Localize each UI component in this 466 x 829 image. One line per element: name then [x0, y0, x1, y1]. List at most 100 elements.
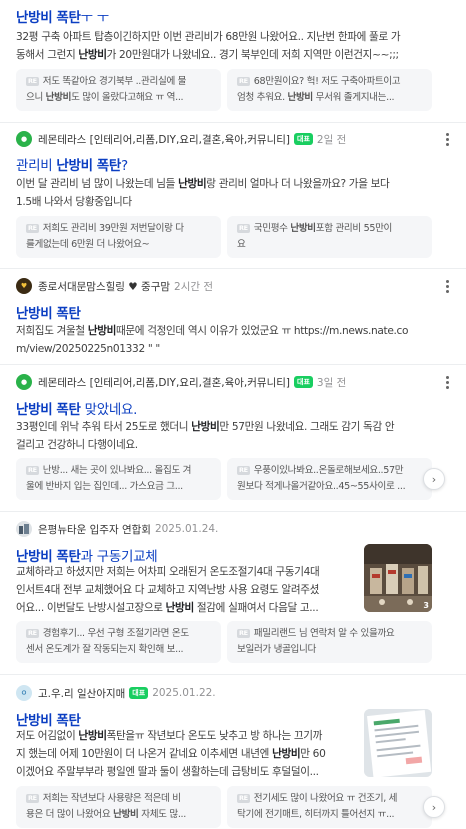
re-badge: RE [237, 466, 250, 475]
reply-line: 으니 난방비도 많이 올랐다고해요 ㅠ 역... [26, 92, 184, 103]
reply-line: 난방... 새는 곳이 있나봐요... 올집도 겨 [42, 465, 192, 476]
snippet-line: 이겠어요 주말부부라 평일엔 딸과 둘이 생활하는데 급탕비도 후덜덜이... [16, 766, 319, 778]
result-title[interactable]: 난방비 폭탄 [16, 709, 81, 729]
reply-line: 68만원이요? 헉! 저도 구축아파트이고 [253, 76, 401, 87]
result-meta: ㅇ 고.우.리 일산아지매 대표 2025.01.22. [16, 683, 452, 703]
cafe-name[interactable]: 종로서대문맘스힐링 ♥ 중구맘 [38, 279, 170, 294]
reply-card[interactable]: RE 우풍이있나봐요..온돌로해보세요..57만 원보다 적게나올거같아요..45… [227, 458, 432, 500]
snippet-line: 걸리고 건강하니 다행이네요. [16, 439, 138, 451]
cafe-name[interactable]: 은평뉴타운 입주자 연합회 [38, 522, 151, 537]
snippet-line: 지 했는데 어제 10만원이 더 나온거 같네요 이추세면 내년엔 난방비만 6… [16, 748, 326, 760]
result-title-text: 난방비 폭탄 맞았네요. [16, 402, 138, 418]
cafe-name[interactable]: 레몬테라스 [인테리어,리폼,DIY,요리,결혼,육아,커뮤니티] [38, 375, 290, 390]
result-title-text: 난방비 폭탄ㅜ ㅜ [16, 10, 109, 26]
result-meta: ● 레몬테라스 [인테리어,리폼,DIY,요리,결혼,육아,커뮤니티] 대표 3… [16, 372, 452, 392]
reply-line: 전기세도 많이 나왔어요 ㅠ 건조기, 세 [253, 793, 398, 804]
reply-card[interactable]: RE 패밀리랜드 님 연락처 알 수 있을까요 보일러가 냉골입니다 [227, 621, 432, 663]
snippet-line: 어요... 이번달도 난방시설고장으로 난방비 절감에 실패여서 다음달 고..… [16, 602, 319, 614]
result-meta: ● 레몬테라스 [인테리어,리폼,DIY,요리,결혼,육아,커뮤니티] 대표 2… [16, 129, 452, 149]
reply-card[interactable]: RE 경험후기... 우선 구형 조절기라면 온도 센서 온도계가 잘 작동되는지… [16, 621, 221, 663]
cafe-avatar-icon[interactable]: ● [16, 374, 32, 390]
result-title[interactable]: 난방비 폭탄 [16, 302, 81, 322]
result-snippet: 저도 어김없이 난방비폭탄을ㅠ 작년보다 온도도 낮추고 방 하나는 끄기까 지… [16, 727, 361, 781]
post-time: 2시간 전 [174, 280, 214, 293]
snippet-line: 32평 구축 아파트 탑층이긴하지만 이번 관리비가 68만원 나왔어요.. 지… [16, 31, 401, 43]
result-title[interactable]: 난방비 폭탄과 구동기교체 [16, 545, 158, 565]
next-replies-button[interactable]: › [423, 796, 445, 818]
thumbnail-count: 3 [423, 601, 429, 610]
result-title-text: 난방비 폭탄 [16, 306, 81, 322]
reply-card[interactable]: RE 저희는 작년보다 사용량은 적은데 비 용은 더 많이 나왔어요 난방비 자… [16, 786, 221, 828]
result-title[interactable]: 난방비 폭탄 맞았네요. [16, 398, 137, 418]
cafe-avatar-icon[interactable] [16, 521, 32, 537]
reply-card[interactable]: RE 68만원이요? 헉! 저도 구축아파트이고 엄청 추워요. 난방비 무서워 … [227, 69, 432, 111]
next-replies-button[interactable]: › [423, 468, 445, 490]
reply-card[interactable]: RE 저도 똑같아요 경기북부 ..관리실에 물 으니 난방비도 많이 올랐다고해… [16, 69, 221, 111]
cafe-badge: 대표 [294, 376, 313, 388]
snippet-line: 1.5배 나와서 당황중입니다 [16, 196, 132, 208]
snippet-line: 이번 달 관리비 넘 많이 나왔는데 님들 난방비랑 관리비 얼마나 더 나왔을… [16, 178, 390, 190]
snippet-line: 저도 어김없이 난방비폭탄을ㅠ 작년보다 온도도 낮추고 방 하나는 끄기까 [16, 730, 323, 742]
reply-card[interactable]: RE 저희도 관리비 39만원 저번달이랑 다 를게없는데 6만원 더 나왔어요~ [16, 216, 221, 258]
cafe-name[interactable]: 고.우.리 일산아지매 [38, 686, 125, 701]
divider [0, 122, 466, 123]
cafe-badge: 대표 [294, 133, 313, 145]
result-title[interactable]: 난방비 폭탄ㅜ ㅜ [16, 6, 109, 26]
result-snippet: 저희집도 겨울철 난방비때문에 걱정인데 역시 이유가 있었군요 ㅠ https… [16, 322, 456, 358]
reply-line: 를게없는데 6만원 더 나왔어요~ [26, 239, 150, 250]
cafe-avatar-icon[interactable]: ㅇ [16, 685, 32, 701]
reply-line: 센서 온도계가 잘 작동되는지 확인해 보... [26, 644, 184, 655]
cafe-badge: 대표 [129, 687, 149, 699]
reply-line: 보일러가 냉골입니다 [237, 644, 316, 655]
chevron-right-icon: › [431, 472, 437, 486]
more-vertical-icon[interactable] [442, 131, 452, 147]
reply-line: 패밀리랜드 님 연락처 알 수 있을까요 [253, 628, 395, 639]
cafe-avatar-icon[interactable]: ♥ [16, 278, 32, 294]
cafe-avatar-icon[interactable]: ● [16, 131, 32, 147]
reply-card[interactable]: RE 전기세도 많이 나왔어요 ㅠ 건조기, 세 탁기에 전기매트, 히터까지 틀… [227, 786, 432, 828]
reply-line: 엄청 추워요. 난방비 무서워 졸게지내는... [237, 92, 395, 103]
result-snippet: 33평인데 위낙 추워 타서 25도로 했더니 난방비만 57만원 나왔네요. … [16, 418, 456, 454]
reply-line: 우풍이있나봐요..온돌로해보세요..57만 [253, 465, 404, 476]
snippet-line: 동해서 그런지 난방비가 20만원대가 나왔네요.. 경기 북부인데 저희 지역… [16, 49, 399, 61]
snippet-line: 저희집도 겨울철 난방비때문에 걱정인데 역시 이유가 있었군요 ㅠ https… [16, 325, 409, 337]
re-badge: RE [26, 794, 39, 803]
snippet-line: 교체하라고 하셨지만 저희는 어차피 오래된거 온도조절기4대 구동기4대 [16, 566, 320, 578]
divider [0, 364, 466, 365]
reply-line: 저희는 작년보다 사용량은 적은데 비 [42, 793, 181, 804]
cafe-name[interactable]: 레몬테라스 [인테리어,리폼,DIY,요리,결혼,육아,커뮤니티] [38, 132, 290, 147]
post-thumbnail[interactable] [364, 709, 432, 777]
more-vertical-icon[interactable] [442, 278, 452, 294]
reply-line: 울에 반바지 입는 집인데... 가스요금 그... [26, 481, 183, 492]
result-title[interactable]: 관리비 난방비 폭탄? [16, 154, 128, 174]
snippet-line: m/view/20250225n01332 " " [16, 343, 160, 355]
result-snippet: 32평 구축 아파트 탑층이긴하지만 이번 관리비가 68만원 나왔어요.. 지… [16, 28, 456, 64]
re-badge: RE [26, 224, 39, 233]
result-snippet: 이번 달 관리비 넘 많이 나왔는데 님들 난방비랑 관리비 얼마나 더 나왔을… [16, 175, 456, 211]
re-badge: RE [237, 224, 250, 233]
re-badge: RE [237, 629, 250, 638]
snippet-line: 인서트4대 전부 교체했어요 다 교체하고 지역난방 사용 요령도 알려주셨 [16, 584, 320, 596]
reply-line: 용은 더 많이 나왔어요 난방비 자체도 많... [26, 809, 186, 820]
reply-line: 탁기에 전기매트, 히터까지 틀어선지 ㅠ... [237, 809, 395, 820]
post-time: 2일 전 [316, 133, 347, 146]
divider [0, 674, 466, 675]
re-badge: RE [26, 629, 39, 638]
reply-card[interactable]: RE 국민평수 난방비포함 관리비 55만이 요 [227, 216, 432, 258]
reply-line: 경험후기... 우선 구형 조절기라면 온도 [42, 628, 189, 639]
post-time: 2025.01.22. [152, 687, 216, 699]
reply-line: 국민평수 난방비포함 관리비 55만이 [253, 223, 393, 234]
reply-line: 저희도 관리비 39만원 저번달이랑 다 [42, 223, 184, 234]
more-vertical-icon[interactable] [442, 374, 452, 390]
result-meta: ♥ 종로서대문맘스힐링 ♥ 중구맘 2시간 전 [16, 276, 452, 296]
divider [0, 511, 466, 512]
reply-card[interactable]: RE 난방... 새는 곳이 있나봐요... 올집도 겨 울에 반바지 입는 집인… [16, 458, 221, 500]
result-snippet: 교체하라고 하셨지만 저희는 어차피 오래된거 온도조절기4대 구동기4대 인서… [16, 563, 361, 617]
post-time: 3일 전 [316, 376, 347, 389]
result-meta: 은평뉴타운 입주자 연합회 2025.01.24. [16, 519, 452, 539]
chevron-right-icon: › [431, 800, 437, 814]
re-badge: RE [26, 466, 39, 475]
post-thumbnail[interactable]: 3 [364, 544, 432, 612]
re-badge: RE [237, 794, 250, 803]
snippet-line: 33평인데 위낙 추워 타서 25도로 했더니 난방비만 57만원 나왔네요. … [16, 421, 395, 433]
